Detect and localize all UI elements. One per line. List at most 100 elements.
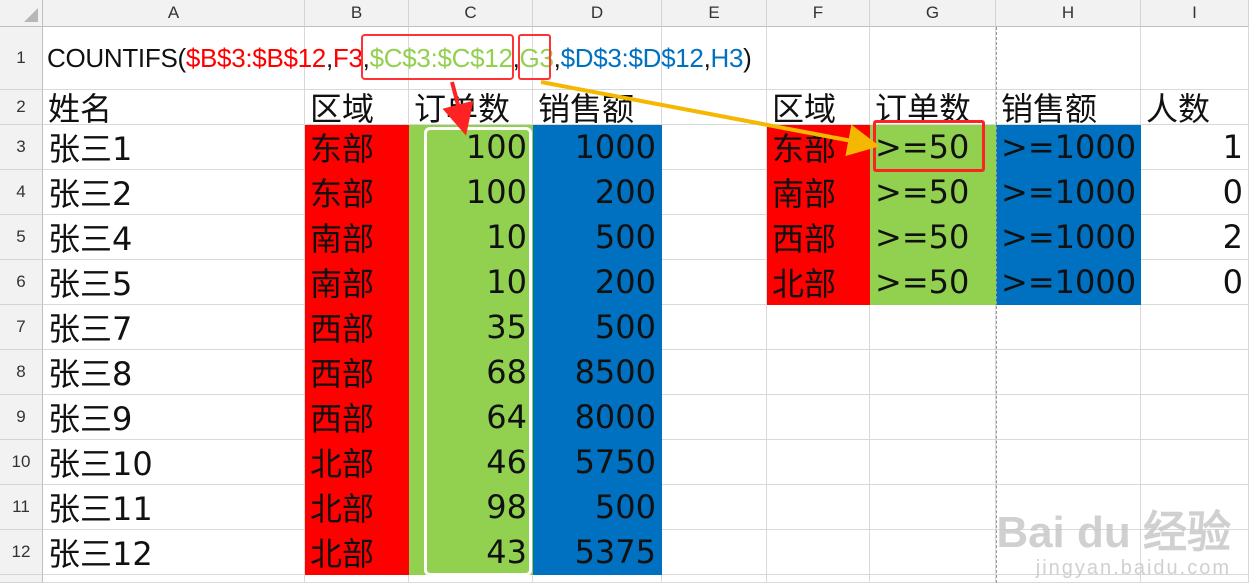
- row-header[interactable]: 4: [0, 170, 43, 215]
- cell[interactable]: [662, 485, 767, 530]
- cell[interactable]: [870, 440, 996, 485]
- cell[interactable]: [996, 395, 1141, 440]
- left-table-cell[interactable]: 张三4: [43, 215, 305, 260]
- row-header[interactable]: 7: [0, 305, 43, 350]
- cell[interactable]: [1141, 440, 1249, 485]
- cell[interactable]: [43, 575, 305, 583]
- left-header-cell[interactable]: 销售额: [533, 90, 662, 128]
- cell[interactable]: [662, 90, 767, 125]
- right-table-cell[interactable]: 0: [1141, 260, 1249, 305]
- column-header-i[interactable]: I: [1141, 0, 1249, 27]
- left-table-cell[interactable]: 张三1: [43, 125, 305, 170]
- cell[interactable]: [767, 395, 870, 440]
- cell[interactable]: [767, 440, 870, 485]
- right-table-cell[interactable]: 0: [1141, 170, 1249, 215]
- right-table-cell[interactable]: 1: [1141, 125, 1249, 170]
- cell[interactable]: [870, 395, 996, 440]
- cell[interactable]: [1141, 350, 1249, 395]
- column-header-h[interactable]: H: [996, 0, 1141, 27]
- left-header-cell[interactable]: 订单数: [409, 90, 533, 128]
- row-header[interactable]: 3: [0, 125, 43, 170]
- cell[interactable]: [662, 125, 767, 170]
- left-table-cell[interactable]: 500: [533, 485, 662, 530]
- right-table-cell[interactable]: 东部: [767, 125, 870, 170]
- right-table-cell[interactable]: >=1000: [996, 260, 1141, 305]
- left-table-cell[interactable]: 200: [533, 260, 662, 305]
- cell[interactable]: [533, 575, 662, 583]
- cell[interactable]: [767, 575, 870, 583]
- cell[interactable]: [409, 575, 533, 583]
- cell[interactable]: [662, 170, 767, 215]
- right-table-cell[interactable]: >=50: [870, 215, 996, 260]
- right-header-cell[interactable]: 销售额: [996, 90, 1141, 128]
- right-table-cell[interactable]: 南部: [767, 170, 870, 215]
- right-header-cell[interactable]: 区域: [767, 90, 870, 128]
- left-table-cell[interactable]: 北部: [305, 530, 409, 575]
- left-table-cell[interactable]: 500: [533, 215, 662, 260]
- right-table-cell[interactable]: 2: [1141, 215, 1249, 260]
- left-table-cell[interactable]: 200: [533, 170, 662, 215]
- left-table-cell[interactable]: 西部: [305, 305, 409, 350]
- left-table-cell[interactable]: 5750: [533, 440, 662, 485]
- left-table-cell[interactable]: 东部: [305, 170, 409, 215]
- left-table-cell[interactable]: 1000: [533, 125, 662, 170]
- column-header-c[interactable]: C: [409, 0, 533, 27]
- column-header-a[interactable]: A: [43, 0, 305, 27]
- column-header-b[interactable]: B: [305, 0, 409, 27]
- cell[interactable]: [996, 305, 1141, 350]
- cell[interactable]: [1141, 395, 1249, 440]
- cell[interactable]: [767, 485, 870, 530]
- left-table-cell[interactable]: 东部: [305, 125, 409, 170]
- left-table-cell[interactable]: 西部: [305, 350, 409, 395]
- cell[interactable]: [870, 305, 996, 350]
- row-header[interactable]: 11: [0, 485, 43, 530]
- cell[interactable]: [996, 440, 1141, 485]
- left-table-cell[interactable]: 张三7: [43, 305, 305, 350]
- left-table-cell[interactable]: 8500: [533, 350, 662, 395]
- cell[interactable]: [662, 395, 767, 440]
- column-header-g[interactable]: G: [870, 0, 996, 27]
- right-table-cell[interactable]: >=50: [870, 170, 996, 215]
- left-table-cell[interactable]: 张三8: [43, 350, 305, 395]
- right-table-cell[interactable]: 北部: [767, 260, 870, 305]
- cell[interactable]: [870, 575, 996, 583]
- cell[interactable]: [1141, 305, 1249, 350]
- cell[interactable]: [662, 350, 767, 395]
- cell[interactable]: [996, 350, 1141, 395]
- left-table-cell[interactable]: 张三10: [43, 440, 305, 485]
- select-all-corner[interactable]: [0, 0, 43, 27]
- cell[interactable]: [870, 350, 996, 395]
- row-header[interactable]: 6: [0, 260, 43, 305]
- cell[interactable]: [662, 260, 767, 305]
- left-table-cell[interactable]: 北部: [305, 485, 409, 530]
- cell[interactable]: [305, 575, 409, 583]
- cell[interactable]: [1141, 27, 1249, 90]
- cell[interactable]: [767, 350, 870, 395]
- row-header[interactable]: [0, 575, 43, 583]
- left-header-cell[interactable]: 区域: [305, 90, 409, 128]
- row-header[interactable]: 9: [0, 395, 43, 440]
- cell[interactable]: [870, 27, 996, 90]
- left-table-cell[interactable]: 张三9: [43, 395, 305, 440]
- left-table-cell[interactable]: 南部: [305, 260, 409, 305]
- left-table-cell[interactable]: 南部: [305, 215, 409, 260]
- left-table-cell[interactable]: 张三2: [43, 170, 305, 215]
- right-header-cell[interactable]: 人数: [1141, 90, 1249, 128]
- row-header[interactable]: 10: [0, 440, 43, 485]
- left-table-cell[interactable]: 西部: [305, 395, 409, 440]
- left-header-cell[interactable]: 姓名: [43, 90, 305, 128]
- left-table-cell[interactable]: 500: [533, 305, 662, 350]
- row-header[interactable]: 8: [0, 350, 43, 395]
- cell[interactable]: [662, 575, 767, 583]
- cell[interactable]: [870, 530, 996, 575]
- cell[interactable]: [662, 215, 767, 260]
- cell[interactable]: [767, 305, 870, 350]
- right-table-cell[interactable]: >=1000: [996, 215, 1141, 260]
- row-header[interactable]: 1: [0, 27, 43, 90]
- row-header[interactable]: 5: [0, 215, 43, 260]
- right-table-cell[interactable]: >=1000: [996, 170, 1141, 215]
- cell[interactable]: [767, 530, 870, 575]
- column-header-d[interactable]: D: [533, 0, 662, 27]
- left-table-cell[interactable]: 张三5: [43, 260, 305, 305]
- right-table-cell[interactable]: >=50: [870, 260, 996, 305]
